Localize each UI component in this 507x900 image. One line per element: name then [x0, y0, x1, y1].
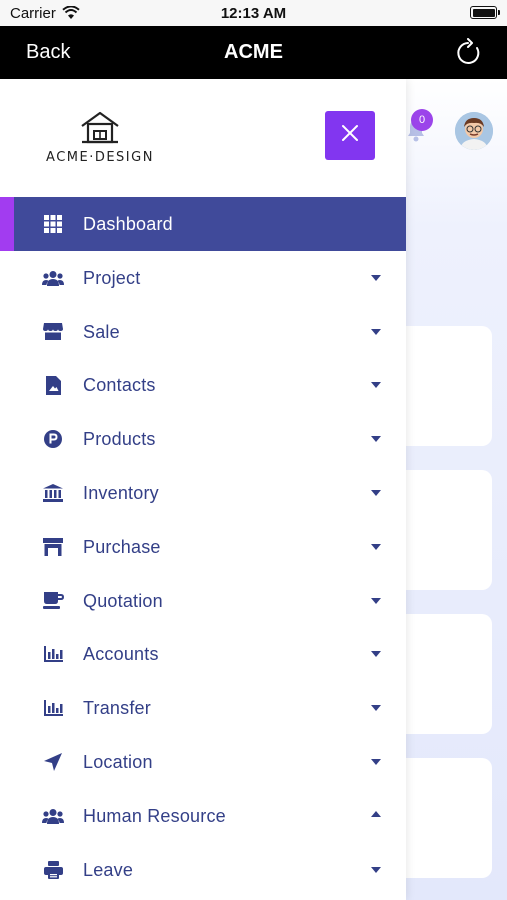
chevron-down-icon[interactable] [371, 328, 381, 335]
menu-item-label: Sale [83, 321, 120, 342]
menu-item-label: Transfer [83, 698, 151, 719]
status-bar: Carrier 12:13 AM [0, 0, 507, 26]
store-icon [42, 321, 64, 343]
menu-item-sale[interactable]: Sale [0, 305, 406, 359]
chevron-down-icon[interactable] [371, 597, 381, 604]
dashboard-card [392, 614, 492, 734]
bar-chart-icon [42, 643, 64, 665]
drawer-menu: Dashboard Project Sale Contacts Products… [0, 197, 406, 896]
chevron-up-icon[interactable] [371, 810, 381, 817]
menu-item-purchase[interactable]: Purchase [0, 520, 406, 574]
battery-icon [470, 6, 500, 19]
menu-item-leave[interactable]: Leave [0, 843, 406, 897]
menu-item-accounts[interactable]: Accounts [0, 627, 406, 681]
close-drawer-button[interactable] [325, 111, 375, 160]
product-p-icon [42, 428, 64, 450]
menu-item-label: Contacts [83, 375, 156, 396]
menu-item-transfer[interactable]: Transfer [0, 681, 406, 735]
chevron-down-icon[interactable] [371, 274, 381, 281]
chevron-down-icon[interactable] [371, 436, 381, 443]
side-drawer: ACME·DESIGN Dashboard Project Sale Conta… [0, 79, 406, 900]
menu-item-label: Location [83, 751, 153, 772]
chevron-down-icon[interactable] [371, 543, 381, 550]
users-icon [42, 805, 64, 827]
menu-item-human-resource[interactable]: Human Resource [0, 789, 406, 843]
menu-item-label: Inventory [83, 482, 159, 503]
menu-item-project[interactable]: Project [0, 251, 406, 305]
menu-item-label: Human Resource [83, 805, 226, 826]
nav-bar: Back ACME [0, 26, 507, 79]
menu-item-label: Project [83, 267, 141, 288]
menu-item-dashboard[interactable]: Dashboard [0, 197, 406, 251]
close-icon [341, 124, 359, 147]
grid-icon [42, 213, 64, 235]
contact-file-icon [42, 374, 64, 396]
menu-item-label: Dashboard [83, 214, 173, 234]
menu-item-inventory[interactable]: Inventory [0, 466, 406, 520]
bar-chart-icon [42, 697, 64, 719]
chevron-down-icon[interactable] [371, 758, 381, 765]
print-icon [42, 859, 64, 881]
dashboard-card [392, 758, 492, 878]
menu-item-label: Accounts [83, 644, 159, 665]
status-time: 12:13 AM [220, 5, 287, 22]
menu-item-quotation[interactable]: Quotation [0, 574, 406, 628]
dashboard-card [392, 470, 492, 590]
bank-icon [42, 482, 64, 504]
menu-item-label: Products [83, 429, 156, 450]
nav-title: ACME [224, 41, 283, 63]
menu-item-label: Purchase [83, 536, 161, 557]
menu-item-label: Leave [83, 859, 134, 880]
menu-item-label: Quotation [83, 590, 163, 611]
chevron-down-icon[interactable] [371, 866, 381, 873]
notification-button[interactable]: 0 [406, 109, 436, 142]
chevron-down-icon[interactable] [371, 705, 381, 712]
menu-item-contacts[interactable]: Contacts [0, 358, 406, 412]
dashboard-card [392, 326, 492, 446]
chevron-down-icon[interactable] [371, 651, 381, 658]
location-arrow-icon [42, 751, 64, 773]
mug-icon [42, 590, 64, 612]
avatar[interactable] [455, 112, 493, 150]
shop-icon [42, 536, 64, 558]
chevron-down-icon[interactable] [371, 489, 381, 496]
chevron-down-icon[interactable] [371, 382, 381, 389]
notification-count-badge: 0 [411, 109, 433, 131]
logo-text: ACME·DESIGN [46, 150, 154, 165]
menu-item-products[interactable]: Products [0, 412, 406, 466]
acme-design-logo: ACME·DESIGN [34, 109, 166, 171]
refresh-icon[interactable] [453, 38, 483, 68]
menu-item-location[interactable]: Location [0, 735, 406, 789]
users-icon [42, 267, 64, 289]
